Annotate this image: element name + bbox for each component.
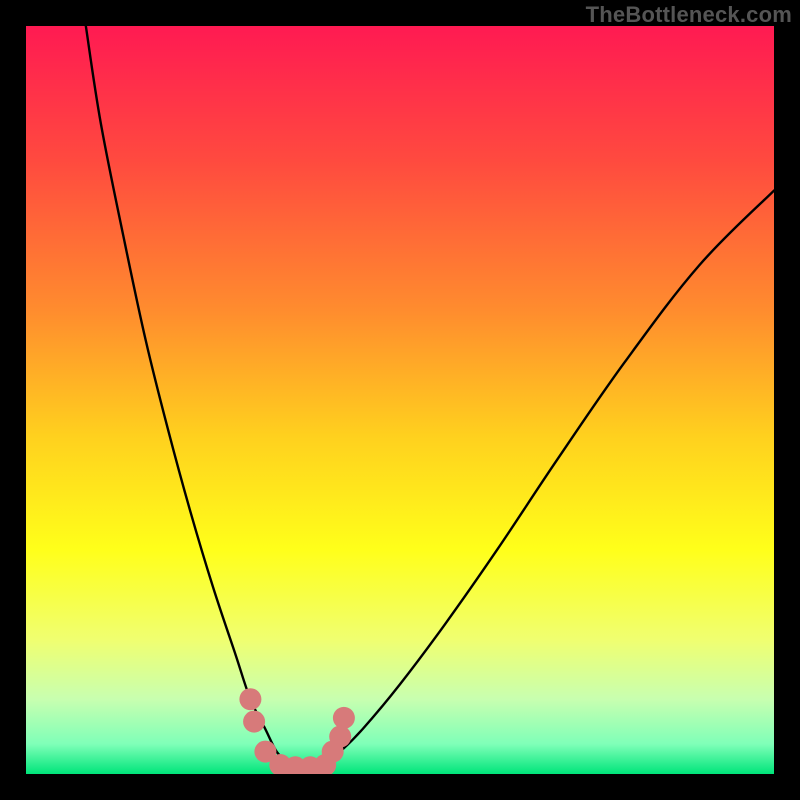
- plot-svg: [26, 26, 774, 774]
- gradient-background: [26, 26, 774, 774]
- floor-marker-dot: [329, 726, 351, 748]
- outer-frame: TheBottleneck.com: [0, 0, 800, 800]
- floor-marker-dot: [239, 688, 261, 710]
- plot-area: [26, 26, 774, 774]
- floor-marker-dot: [333, 707, 355, 729]
- floor-marker-dot: [243, 711, 265, 733]
- watermark-text: TheBottleneck.com: [586, 2, 792, 28]
